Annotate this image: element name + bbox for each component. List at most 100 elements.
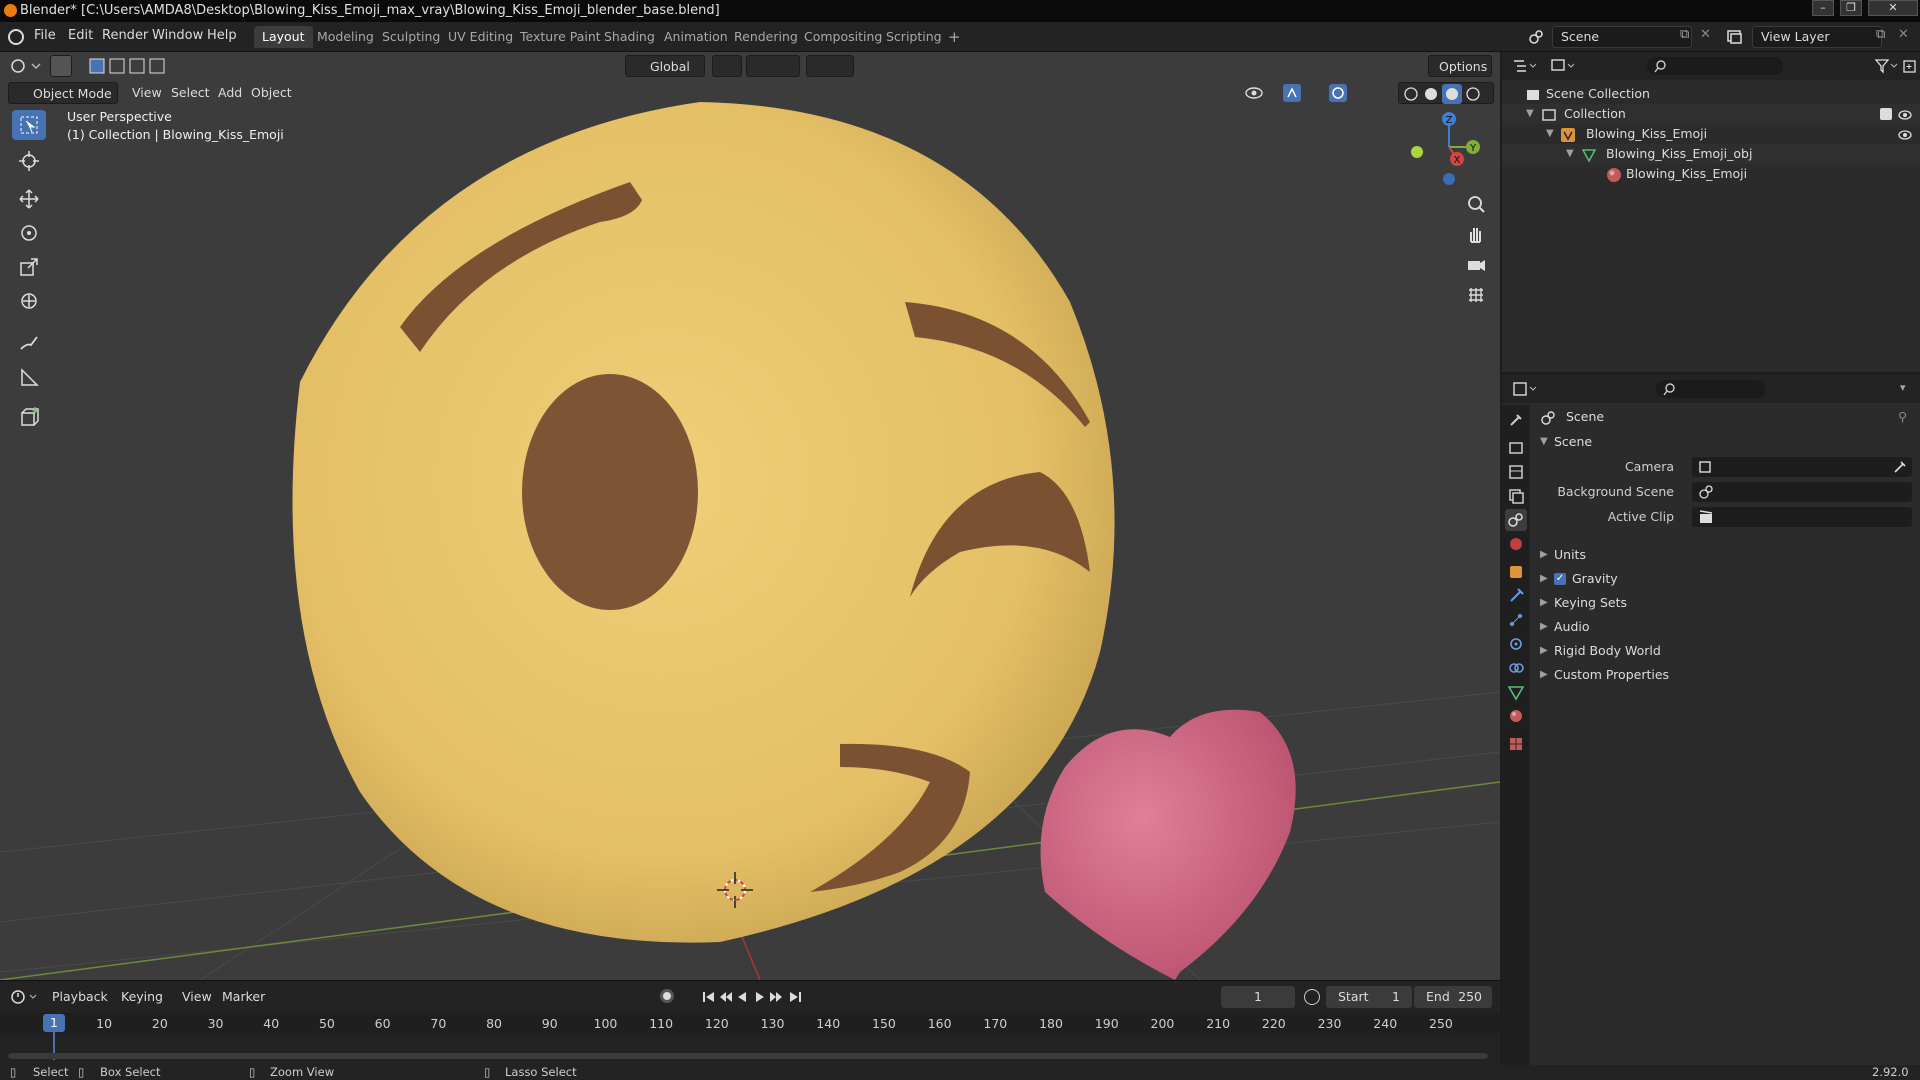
custom-properties-panel-header[interactable]: ▶ Custom Properties	[1530, 663, 1920, 687]
new-scene-button[interactable]: ⧉	[1680, 27, 1689, 42]
properties-options-icon[interactable]: ▾	[1900, 381, 1906, 394]
audio-panel-header[interactable]: ▶ Audio	[1530, 615, 1920, 639]
playback-menu[interactable]: Playback	[52, 989, 108, 1004]
keying-sets-panel-header[interactable]: ▶ Keying Sets	[1530, 591, 1920, 615]
display-mode-icon[interactable]	[1550, 57, 1578, 75]
select-menu[interactable]: Select	[171, 82, 210, 104]
output-tab[interactable]	[1505, 461, 1527, 483]
menu-render[interactable]: Render	[102, 28, 148, 43]
menu-window[interactable]: Window	[152, 28, 203, 43]
select-tool-icon[interactable]	[50, 55, 72, 77]
editor-type-button[interactable]	[8, 55, 42, 77]
outliner-search-input[interactable]	[1647, 57, 1783, 75]
marker-menu[interactable]: Marker	[222, 989, 265, 1004]
outliner-row-material[interactable]: Blowing_Kiss_Emoji	[1502, 164, 1920, 184]
object-tab[interactable]	[1505, 561, 1527, 583]
overlays-toggle[interactable]	[1328, 82, 1368, 104]
remove-scene-button[interactable]: ✕	[1700, 27, 1711, 42]
proportional-editing-button[interactable]	[806, 55, 854, 77]
start-frame-field[interactable]: Start 1	[1326, 986, 1412, 1008]
tab-shading[interactable]: Shading	[596, 26, 663, 48]
maximize-button[interactable]: ❐	[1840, 0, 1862, 16]
constraints-tab[interactable]	[1505, 657, 1527, 679]
annotate-tool[interactable]	[12, 328, 46, 358]
shading-mode-buttons[interactable]	[1398, 82, 1494, 104]
timeline-view-menu[interactable]: View	[182, 989, 212, 1004]
new-collection-icon[interactable]	[1902, 57, 1918, 75]
view-layer-selector[interactable]: View Layer	[1752, 26, 1882, 48]
scene-tab[interactable]	[1505, 509, 1527, 531]
tab-layout[interactable]: Layout	[254, 26, 313, 48]
object-expand-icon[interactable]: ▼	[1546, 124, 1554, 144]
visibility-dropdown[interactable]	[1244, 82, 1278, 104]
rigid-body-world-expand-icon[interactable]: ▶	[1540, 639, 1548, 663]
outliner-row-mesh[interactable]: ▼ Blowing_Kiss_Emoji_obj	[1502, 144, 1920, 164]
gizmo-toggle[interactable]	[1282, 82, 1322, 104]
tab-rendering[interactable]: Rendering	[726, 26, 806, 48]
gizmo-neg-z[interactable]	[1443, 173, 1455, 185]
texture-tab[interactable]	[1505, 733, 1527, 755]
object-visibility-icon[interactable]	[1898, 124, 1912, 144]
transform-orientation-dropdown[interactable]: Global	[625, 55, 705, 77]
scene-panel-header[interactable]: ▼ Scene	[1530, 430, 1920, 454]
eyedropper-icon[interactable]	[1892, 459, 1908, 475]
units-expand-icon[interactable]: ▶	[1540, 543, 1548, 567]
gravity-expand-icon[interactable]: ▶	[1540, 567, 1548, 591]
timeline-editor-type-icon[interactable]	[8, 987, 38, 1007]
properties-editor-type-icon[interactable]	[1512, 380, 1540, 398]
mesh-expand-icon[interactable]: ▼	[1566, 144, 1574, 164]
keying-sets-expand-icon[interactable]: ▶	[1540, 591, 1548, 615]
tab-animation[interactable]: Animation	[656, 26, 736, 48]
timeline-scrollbar[interactable]	[8, 1053, 1488, 1059]
collection-visibility-icon[interactable]	[1898, 104, 1912, 124]
gravity-panel-header[interactable]: ▶ ✓ Gravity	[1530, 567, 1920, 591]
collection-include-checkbox[interactable]	[1880, 108, 1892, 120]
outliner-editor-type-icon[interactable]	[1512, 57, 1540, 75]
tab-compositing[interactable]: Compositing	[796, 26, 890, 48]
collection-expand-icon[interactable]: ▼	[1526, 104, 1534, 124]
tab-sculpting[interactable]: Sculpting	[374, 26, 448, 48]
world-tab[interactable]	[1505, 533, 1527, 555]
menu-file[interactable]: File	[34, 28, 56, 43]
rigid-body-world-panel-header[interactable]: ▶ Rigid Body World	[1530, 639, 1920, 663]
measure-tool[interactable]	[12, 362, 46, 392]
properties-search-input[interactable]	[1656, 380, 1766, 398]
custom-properties-expand-icon[interactable]: ▶	[1540, 663, 1548, 687]
render-tab[interactable]	[1505, 437, 1527, 459]
audio-expand-icon[interactable]: ▶	[1540, 615, 1548, 639]
tab-scripting[interactable]: Scripting	[878, 26, 950, 48]
view-menu[interactable]: View	[132, 82, 162, 104]
current-frame-field[interactable]: 1	[1221, 986, 1295, 1008]
particles-tab[interactable]	[1505, 609, 1527, 631]
options-dropdown[interactable]: Options	[1428, 55, 1492, 77]
blender-menu-icon[interactable]	[8, 29, 24, 45]
modifiers-tab[interactable]	[1505, 585, 1527, 607]
new-view-layer-button[interactable]: ⧉	[1876, 27, 1885, 42]
scene-selector[interactable]: Scene	[1552, 26, 1692, 48]
preview-range-icon[interactable]	[1304, 989, 1320, 1005]
rotate-tool[interactable]	[12, 218, 46, 248]
scene-panel-expand-icon[interactable]: ▼	[1540, 430, 1548, 454]
playback-controls[interactable]	[700, 986, 820, 1008]
view-layer-icon[interactable]	[1726, 29, 1744, 45]
pan-hand-icon[interactable]	[1463, 222, 1489, 248]
outliner-row-object[interactable]: ▼ Blowing_Kiss_Emoji	[1502, 124, 1920, 144]
3d-viewport[interactable]: Global Options Object Mode View Select A…	[0, 52, 1500, 980]
object-menu[interactable]: Object	[251, 82, 292, 104]
add-workspace-button[interactable]: +	[940, 26, 969, 48]
add-menu[interactable]: Add	[218, 82, 242, 104]
auto-keying-toggle[interactable]	[660, 989, 674, 1003]
view-layer-tab[interactable]	[1505, 485, 1527, 507]
material-tab[interactable]	[1505, 705, 1527, 727]
move-tool[interactable]	[12, 184, 46, 214]
pin-icon[interactable]: ⚲	[1898, 405, 1907, 429]
menu-edit[interactable]: Edit	[68, 28, 93, 43]
filter-icon[interactable]	[1874, 57, 1900, 75]
outliner-row-collection[interactable]: ▼ Collection	[1502, 104, 1920, 124]
camera-view-icon[interactable]	[1463, 252, 1489, 278]
pivot-point-dropdown[interactable]	[712, 55, 742, 77]
camera-field[interactable]	[1692, 457, 1912, 477]
xray-toggle[interactable]	[1372, 82, 1392, 104]
selection-mode-buttons[interactable]	[88, 55, 178, 77]
tab-modeling[interactable]: Modeling	[309, 26, 382, 48]
